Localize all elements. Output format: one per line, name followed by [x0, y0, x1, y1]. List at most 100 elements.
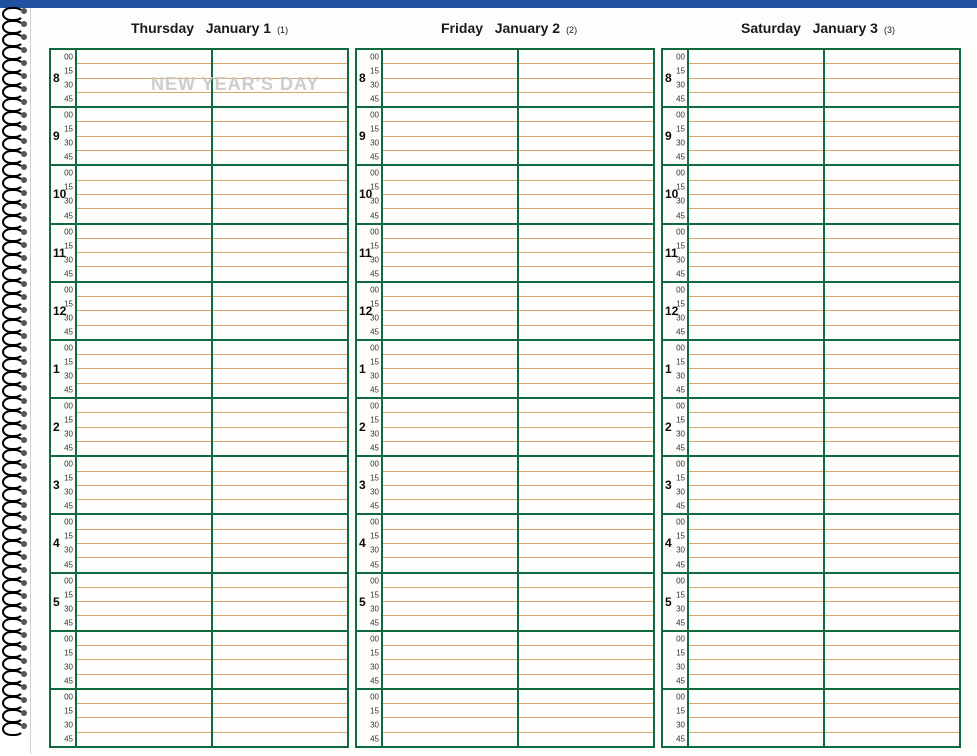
minute-label: 00 [676, 227, 685, 236]
write-subcolumn[interactable] [825, 515, 959, 571]
write-subcolumn[interactable] [689, 283, 825, 339]
write-subcolumn[interactable] [77, 166, 213, 222]
minute-label: 15 [676, 532, 685, 541]
write-subcolumn[interactable] [383, 108, 519, 164]
write-subcolumn[interactable] [77, 225, 213, 281]
write-subcolumn[interactable] [825, 166, 959, 222]
write-subcolumn[interactable] [77, 341, 213, 397]
minute-label: 45 [64, 95, 73, 104]
write-subcolumn[interactable] [383, 166, 519, 222]
write-subcolumn[interactable] [825, 50, 959, 106]
minute-label: 15 [370, 125, 379, 134]
write-subcolumn[interactable] [383, 690, 519, 746]
minute-label: 15 [370, 474, 379, 483]
write-subcolumn[interactable] [519, 515, 653, 571]
write-subcolumn[interactable] [825, 225, 959, 281]
write-subcolumn[interactable] [213, 690, 347, 746]
day-column: 800153045NEW YEAR'S DAY90015304510001530… [49, 48, 349, 748]
write-subcolumn[interactable] [519, 166, 653, 222]
write-subcolumn[interactable] [213, 283, 347, 339]
write-subcolumn[interactable] [213, 50, 347, 106]
write-subcolumn[interactable] [213, 515, 347, 571]
write-subcolumn[interactable] [77, 399, 213, 455]
write-subcolumn[interactable] [689, 225, 825, 281]
write-subcolumn[interactable] [689, 690, 825, 746]
minute-label: 00 [64, 634, 73, 643]
write-subcolumn[interactable] [825, 399, 959, 455]
hour-block: 800153045NEW YEAR'S DAY [51, 50, 347, 108]
write-area [383, 283, 653, 339]
minute-label: 45 [64, 211, 73, 220]
minute-label: 15 [676, 648, 685, 657]
write-subcolumn[interactable] [519, 108, 653, 164]
write-subcolumn[interactable] [519, 399, 653, 455]
write-subcolumn[interactable] [689, 108, 825, 164]
write-subcolumn[interactable] [383, 574, 519, 630]
minute-label: 45 [64, 560, 73, 569]
write-subcolumn[interactable] [77, 108, 213, 164]
write-subcolumn[interactable] [213, 457, 347, 513]
minute-label: 15 [676, 590, 685, 599]
write-subcolumn[interactable] [689, 50, 825, 106]
write-subcolumn[interactable] [519, 690, 653, 746]
minute-label: 15 [370, 706, 379, 715]
write-subcolumn[interactable] [383, 50, 519, 106]
write-subcolumn[interactable] [519, 341, 653, 397]
write-subcolumn[interactable] [825, 632, 959, 688]
minute-label: 45 [676, 327, 685, 336]
day-column: 8001530459001530451000153045110015304512… [355, 48, 655, 748]
minute-label: 30 [676, 604, 685, 613]
time-labels: 100153045 [357, 341, 383, 397]
time-labels: 1000153045 [357, 166, 383, 222]
hour-block: 00153045 [663, 690, 959, 746]
write-subcolumn[interactable] [383, 632, 519, 688]
write-subcolumn[interactable] [519, 574, 653, 630]
write-subcolumn[interactable] [383, 341, 519, 397]
minute-label: 00 [64, 285, 73, 294]
minute-label: 30 [676, 255, 685, 264]
write-subcolumn[interactable] [825, 574, 959, 630]
write-subcolumn[interactable] [213, 166, 347, 222]
write-subcolumn[interactable] [213, 108, 347, 164]
write-subcolumn[interactable] [383, 399, 519, 455]
write-subcolumn[interactable] [519, 50, 653, 106]
write-subcolumn[interactable] [519, 283, 653, 339]
write-subcolumn[interactable] [77, 574, 213, 630]
write-subcolumn[interactable] [77, 515, 213, 571]
write-subcolumn[interactable] [689, 574, 825, 630]
write-subcolumn[interactable] [213, 225, 347, 281]
write-subcolumn[interactable] [689, 166, 825, 222]
write-subcolumn[interactable] [689, 399, 825, 455]
write-subcolumn[interactable] [825, 108, 959, 164]
write-subcolumn[interactable] [213, 341, 347, 397]
write-subcolumn[interactable] [383, 225, 519, 281]
write-subcolumn[interactable] [825, 690, 959, 746]
write-subcolumn[interactable] [213, 632, 347, 688]
minute-label: 15 [676, 241, 685, 250]
write-subcolumn[interactable] [383, 457, 519, 513]
write-subcolumn[interactable] [77, 283, 213, 339]
write-subcolumn[interactable] [77, 632, 213, 688]
write-area [383, 225, 653, 281]
write-subcolumn[interactable] [77, 690, 213, 746]
write-subcolumn[interactable] [519, 457, 653, 513]
write-subcolumn[interactable] [383, 283, 519, 339]
write-subcolumn[interactable] [519, 225, 653, 281]
write-area [77, 225, 347, 281]
minute-label: 15 [64, 416, 73, 425]
write-subcolumn[interactable] [519, 632, 653, 688]
write-subcolumn[interactable] [689, 457, 825, 513]
write-subcolumn[interactable] [689, 632, 825, 688]
write-subcolumn[interactable] [77, 457, 213, 513]
write-subcolumn[interactable] [825, 341, 959, 397]
write-subcolumn[interactable] [213, 399, 347, 455]
minute-label: 00 [676, 343, 685, 352]
write-subcolumn[interactable] [383, 515, 519, 571]
write-subcolumn[interactable] [689, 341, 825, 397]
write-subcolumn[interactable] [825, 457, 959, 513]
write-subcolumn[interactable] [77, 50, 213, 106]
write-subcolumn[interactable] [689, 515, 825, 571]
minute-label: 15 [64, 706, 73, 715]
write-subcolumn[interactable] [213, 574, 347, 630]
write-subcolumn[interactable] [825, 283, 959, 339]
